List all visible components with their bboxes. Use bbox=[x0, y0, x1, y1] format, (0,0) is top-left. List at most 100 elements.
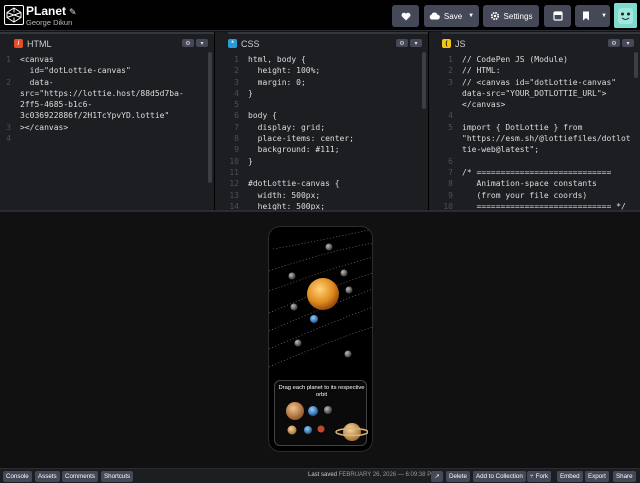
share-button[interactable]: Share bbox=[613, 471, 636, 482]
code-line[interactable]: 9 background: #111; bbox=[228, 144, 428, 155]
code-text: "https://esm.sh/@lottiefiles/dotlot bbox=[462, 134, 631, 144]
love-button[interactable] bbox=[392, 5, 419, 27]
css-js-resizer[interactable] bbox=[428, 32, 442, 210]
code-line[interactable]: data-src="YOUR_DOTLOTTIE_URL"> bbox=[442, 88, 640, 99]
code-line[interactable]: 8 Animation-space constants bbox=[442, 178, 640, 189]
code-line[interactable]: 2 height: 100%; bbox=[228, 65, 428, 76]
css-settings-icon[interactable]: ⚙ bbox=[396, 39, 408, 47]
code-line[interactable]: 1 <canvas bbox=[0, 54, 214, 65]
lottie-canvas[interactable]: Drag each planet to its respective orbit bbox=[268, 226, 373, 452]
code-line[interactable]: </canvas> bbox=[442, 99, 640, 110]
code-line[interactable]: 7 display: grid; bbox=[228, 122, 428, 133]
html-editor-label: HTML bbox=[27, 38, 52, 49]
code-text: 2ff5-4685-b1c6- bbox=[20, 100, 93, 110]
code-line[interactable]: 2ff5-4685-b1c6- bbox=[0, 99, 214, 110]
code-line[interactable]: 1 html, body { bbox=[228, 54, 428, 65]
export-button[interactable]: Export bbox=[585, 471, 609, 482]
save-button[interactable]: Save ▼ bbox=[424, 5, 479, 27]
css-scrollbar[interactable] bbox=[422, 52, 426, 109]
line-number: 5 bbox=[234, 100, 239, 110]
code-line[interactable]: 2 // HTML: bbox=[442, 65, 640, 76]
console-button[interactable]: Console bbox=[3, 471, 32, 482]
last-saved-date: FEBRUARY 26, 2026 — 6:09:38 PM bbox=[338, 472, 437, 478]
line-number: 3 bbox=[234, 77, 239, 87]
js-settings-icon[interactable]: ⚙ bbox=[608, 39, 620, 47]
code-line[interactable]: 10} bbox=[228, 156, 428, 167]
css-editor-label: CSS bbox=[241, 38, 260, 49]
line-number bbox=[442, 88, 462, 99]
html-scrollbar[interactable] bbox=[208, 52, 212, 183]
code-text: <canvas bbox=[20, 55, 54, 64]
html-collapse-icon[interactable]: ▾ bbox=[196, 39, 208, 47]
code-line[interactable]: 4 bbox=[442, 110, 640, 121]
code-line[interactable]: "https://esm.sh/@lottiefiles/dotlot bbox=[442, 133, 640, 144]
js-scrollbar[interactable] bbox=[634, 52, 638, 78]
assets-button[interactable]: Assets bbox=[35, 471, 60, 482]
code-line[interactable]: 7 /* ============================ bbox=[442, 167, 640, 178]
code-line[interactable]: 10 ============================ */ bbox=[442, 201, 640, 210]
codepen-logo-icon[interactable] bbox=[4, 5, 24, 25]
html-code[interactable]: 1 <canvas id="dotLottie-canvas" 2 data-src… bbox=[0, 52, 214, 210]
code-line[interactable]: 6 body { bbox=[228, 110, 428, 121]
code-text: // HTML: bbox=[462, 66, 501, 76]
js-editor-tab[interactable]: ( JS bbox=[442, 35, 466, 52]
bookmark-button[interactable]: ▼ bbox=[575, 5, 610, 27]
js-code[interactable]: 1 // CodePen JS (Module) 2 // HTML: 3 // <can… bbox=[442, 52, 640, 210]
shortcuts-button[interactable]: Shortcuts bbox=[101, 471, 134, 482]
fork-button[interactable]: ⑂ Fork bbox=[527, 471, 552, 482]
line-number: 5 bbox=[448, 122, 453, 132]
code-text: ></canvas> bbox=[20, 122, 69, 132]
pen-title[interactable]: PLanet ✎ bbox=[26, 4, 77, 18]
embed-button[interactable]: Embed bbox=[557, 471, 583, 482]
layout-icon bbox=[552, 11, 563, 21]
delete-button[interactable]: Delete bbox=[446, 471, 470, 482]
line-number: 6 bbox=[234, 111, 239, 121]
code-line[interactable]: 3 margin: 0; bbox=[228, 77, 428, 88]
open-external-icon[interactable]: ↗ bbox=[431, 471, 443, 482]
code-line[interactable]: 5 import { DotLottie } from bbox=[442, 122, 640, 133]
comments-button[interactable]: Comments bbox=[62, 471, 98, 482]
line-number: 11 bbox=[229, 167, 239, 177]
code-line[interactable]: 12 #dotLottie-canvas { bbox=[228, 178, 428, 189]
code-text: // CodePen JS (Module) bbox=[462, 55, 568, 64]
code-line[interactable]: 6 bbox=[442, 156, 640, 167]
code-line[interactable]: 4} bbox=[228, 88, 428, 99]
code-line[interactable]: 3 // <canvas id="dotLottie-canvas" bbox=[442, 77, 640, 88]
code-line[interactable]: 14 height: 500px; bbox=[228, 201, 428, 210]
jupiter-icon bbox=[286, 402, 304, 420]
code-line[interactable]: 3 ></canvas> bbox=[0, 122, 214, 133]
draggable-planets[interactable] bbox=[275, 381, 368, 447]
html-editor-tab[interactable]: / HTML bbox=[14, 35, 52, 52]
code-line[interactable]: 4 bbox=[0, 133, 214, 144]
code-line[interactable]: 8 place-items: center; bbox=[228, 133, 428, 144]
css-editor-panel: * CSS ⚙ ▾ 1 html, body {2 height: 100%; 3 … bbox=[228, 32, 428, 210]
add-to-collection-button[interactable]: Add to Collection bbox=[473, 471, 526, 482]
css-editor-header: * CSS ⚙ ▾ bbox=[228, 32, 428, 50]
chevron-down-icon[interactable]: ▼ bbox=[601, 13, 607, 19]
pen-author[interactable]: George Dikun bbox=[26, 18, 72, 27]
code-line[interactable]: tie-web@latest"; bbox=[442, 144, 640, 155]
html-settings-icon[interactable]: ⚙ bbox=[182, 39, 194, 47]
html-css-resizer[interactable] bbox=[214, 32, 228, 210]
css-collapse-icon[interactable]: ▾ bbox=[410, 39, 422, 47]
user-avatar[interactable] bbox=[614, 3, 637, 28]
code-line[interactable]: 13 width: 500px; bbox=[228, 190, 428, 201]
code-line[interactable]: 1 // CodePen JS (Module) bbox=[442, 54, 640, 65]
css-editor-tab[interactable]: * CSS bbox=[228, 35, 260, 52]
code-text: place-items: center; bbox=[248, 134, 354, 144]
code-line[interactable]: 11 bbox=[228, 167, 428, 178]
code-line[interactable]: 2 data- bbox=[0, 77, 214, 88]
html-icon: / bbox=[14, 39, 23, 48]
code-line[interactable]: 9 (from your file coords) bbox=[442, 190, 640, 201]
code-line[interactable]: src="https://lottie.host/88d5d7ba- bbox=[0, 88, 214, 99]
code-line[interactable]: 5 bbox=[228, 99, 428, 110]
change-view-button[interactable] bbox=[544, 5, 571, 27]
css-code[interactable]: 1 html, body {2 height: 100%; 3 margin: 0;… bbox=[228, 52, 428, 210]
code-text: margin: 0; bbox=[248, 77, 306, 87]
js-collapse-icon[interactable]: ▾ bbox=[622, 39, 634, 47]
edit-pencil-icon[interactable]: ✎ bbox=[69, 7, 77, 17]
code-line[interactable]: 3c036922886f/2H1TcYpvYD.lottie" bbox=[0, 110, 214, 121]
settings-button[interactable]: Settings bbox=[483, 5, 539, 27]
code-text: (from your file coords) bbox=[462, 190, 588, 200]
code-line[interactable]: id="dotLottie-canvas" bbox=[0, 65, 214, 76]
